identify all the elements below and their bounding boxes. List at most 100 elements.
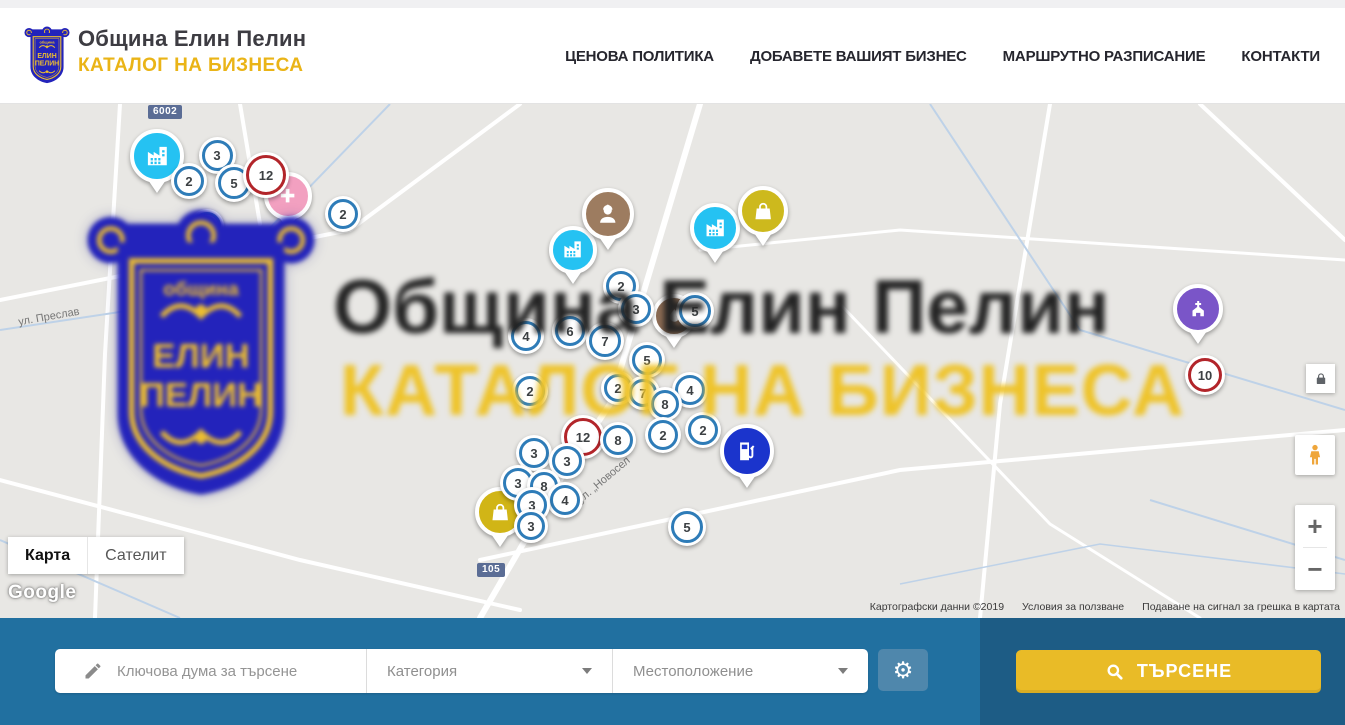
cluster-ring: 3: [552, 446, 582, 476]
cluster-count: 5: [691, 304, 698, 319]
attribution-item-1[interactable]: Условия за ползване: [1022, 601, 1124, 613]
cluster-ring: 7: [589, 325, 621, 357]
cluster-count: 2: [185, 174, 192, 189]
map-cluster-marker[interactable]: 8: [600, 422, 636, 458]
cluster-count: 5: [230, 176, 237, 191]
search-settings-button[interactable]: ⚙: [878, 649, 928, 691]
cluster-count: 4: [561, 493, 568, 508]
cluster-count: 6: [566, 324, 573, 339]
map-cluster-marker[interactable]: 2: [512, 373, 548, 409]
nav-item-1[interactable]: ДОБАВЕТЕ ВАШИЯТ БИЗНЕС: [750, 48, 967, 65]
cluster-ring: 2: [328, 199, 358, 229]
map-cluster-marker[interactable]: 12: [243, 152, 289, 198]
cluster-ring: [193, 212, 221, 240]
map-cluster-marker[interactable]: 3: [618, 291, 654, 327]
cluster-count: 5: [683, 520, 690, 535]
cluster-count: 12: [259, 168, 273, 183]
category-select-label: Категория: [387, 663, 457, 680]
cluster-count: 2: [699, 423, 706, 438]
attribution-item-2[interactable]: Подаване на сигнал за грешка в картата: [1142, 601, 1340, 613]
cluster-ring: 2: [515, 376, 545, 406]
map-cluster-marker[interactable]: 5: [629, 342, 665, 378]
map-cluster-marker[interactable]: 3: [514, 509, 548, 543]
nav-item-0[interactable]: ЦЕНОВА ПОЛИТИКА: [565, 48, 714, 65]
cluster-count: 2: [659, 428, 666, 443]
map-type-map-button[interactable]: Карта: [8, 537, 87, 574]
map-pin-church[interactable]: [1173, 284, 1223, 348]
location-select[interactable]: Местоположение: [613, 649, 868, 693]
pencil-icon: [83, 661, 103, 681]
cluster-count: 7: [601, 334, 608, 349]
map-attribution: Картографски данни ©2019Условия за ползв…: [870, 601, 1340, 613]
cluster-count: 2: [339, 207, 346, 222]
map-cluster-marker[interactable]: 5: [676, 292, 714, 330]
cluster-count: 3: [527, 519, 534, 534]
map-type-control: Карта Сателит: [8, 537, 184, 574]
cluster-count: 2: [614, 381, 621, 396]
map-cluster-marker[interactable]: 2: [645, 417, 681, 453]
map-cluster-marker[interactable]: 2: [171, 163, 207, 199]
map-cluster-marker[interactable]: 2: [685, 412, 721, 448]
map-cluster-marker[interactable]: 7: [586, 322, 624, 360]
search-bar: Категория Местоположение: [55, 649, 868, 693]
nav-item-3[interactable]: КОНТАКТИ: [1241, 48, 1320, 65]
map-canvas[interactable]: 325122235467522748128223338433510 600210…: [0, 104, 1345, 618]
cluster-ring: 4: [550, 485, 580, 515]
cluster-ring: 3: [621, 294, 651, 324]
map-pin-factory[interactable]: [690, 203, 740, 267]
street-view-pegman-button[interactable]: [1295, 435, 1335, 475]
map-cluster-marker[interactable]: [190, 209, 224, 243]
map-pin-shopping-bag[interactable]: [738, 186, 788, 250]
chevron-down-icon: [838, 668, 848, 674]
nav-item-2[interactable]: МАРШРУТНО РАЗПИСАНИЕ: [1003, 48, 1206, 65]
svg-text:ЕЛИН: ЕЛИН: [37, 53, 56, 60]
search-button[interactable]: ТЪРСЕНЕ: [1016, 650, 1321, 693]
chevron-down-icon: [582, 668, 592, 674]
map-type-satellite-button[interactable]: Сателит: [87, 537, 183, 574]
cluster-count: 4: [686, 383, 693, 398]
cluster-count: 5: [643, 353, 650, 368]
cluster-count: 7: [639, 386, 646, 401]
church-icon: [1173, 284, 1223, 334]
location-select-label: Местоположение: [633, 663, 753, 680]
page: община ЕЛИН ПЕЛИН Община Елин Пелин КАТА…: [0, 0, 1345, 725]
site-title: Община Елин Пелин: [78, 26, 306, 52]
padlock-icon: [1313, 371, 1329, 387]
map-cluster-marker[interactable]: 5: [668, 508, 706, 546]
road-number-label: 105: [477, 563, 505, 577]
cluster-ring: 10: [1188, 358, 1222, 392]
cluster-count: 4: [522, 329, 529, 344]
map-cluster-marker[interactable]: 10: [1185, 355, 1225, 395]
zoom-out-button[interactable]: −: [1295, 548, 1335, 590]
map-cluster-marker[interactable]: 2: [325, 196, 361, 232]
map-cluster-marker[interactable]: 4: [547, 482, 583, 518]
zoom-in-button[interactable]: +: [1295, 505, 1335, 547]
cluster-count: 3: [530, 446, 537, 461]
cluster-ring: 2: [688, 415, 718, 445]
search-icon: [1105, 662, 1125, 682]
map-cluster-marker[interactable]: 8: [648, 387, 682, 421]
category-select[interactable]: Категория: [367, 649, 612, 693]
map-pin-fuel[interactable]: [720, 424, 774, 492]
municipality-logo[interactable]: община ЕЛИН ПЕЛИН: [24, 20, 70, 92]
cluster-ring: 5: [679, 295, 711, 327]
google-logo[interactable]: Google: [8, 582, 76, 604]
map-cluster-marker[interactable]: 6: [552, 313, 588, 349]
cluster-ring: 5: [632, 345, 662, 375]
pegman-icon: [1303, 443, 1327, 467]
site-subtitle: КАТАЛОГ НА БИЗНЕСА: [78, 55, 306, 77]
svg-text:ПЕЛИН: ПЕЛИН: [35, 61, 59, 68]
shopping-bag-icon: [738, 186, 788, 236]
map-pin-worker[interactable]: [582, 188, 634, 254]
worker-icon: [582, 188, 634, 240]
cluster-count: 10: [1198, 368, 1212, 383]
search-panel: Категория Местоположение ⚙ ТЪРСЕНЕ: [0, 618, 1345, 725]
lock-button[interactable]: [1306, 364, 1335, 393]
cluster-count: 2: [617, 279, 624, 294]
search-button-label: ТЪРСЕНЕ: [1137, 661, 1232, 682]
cluster-ring: 5: [671, 511, 703, 543]
map-cluster-marker[interactable]: 4: [508, 318, 544, 354]
cluster-count: 3: [563, 454, 570, 469]
keyword-search-input[interactable]: [117, 663, 337, 680]
cluster-ring: 2: [174, 166, 204, 196]
